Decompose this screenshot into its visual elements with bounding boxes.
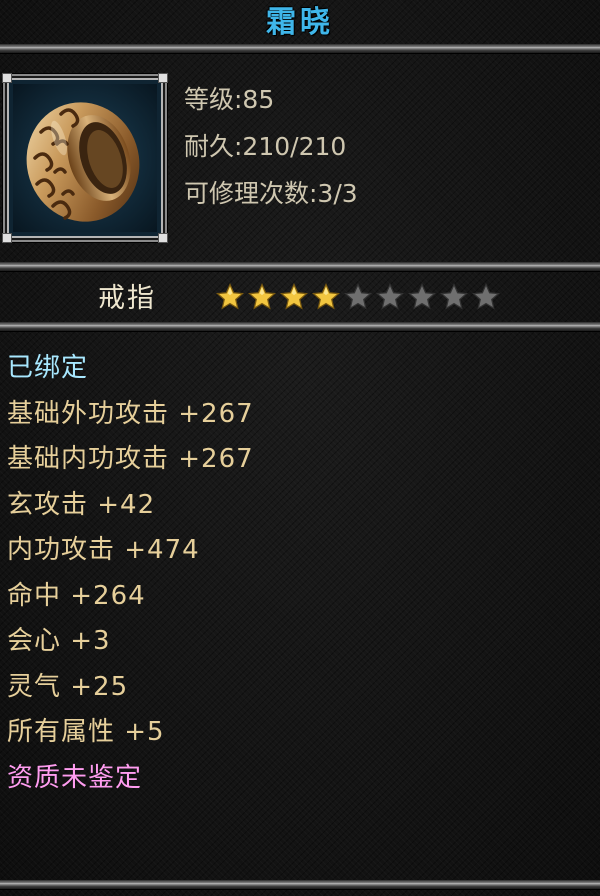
stat-line: 所有属性 +5 <box>7 717 165 747</box>
item-durability: 耐久:210/210 <box>184 132 347 161</box>
star-rating <box>214 282 502 312</box>
basic-stats: 等级:85 耐久:210/210 可修理次数:3/3 <box>184 76 358 217</box>
stat-line: 内功攻击 +474 <box>7 535 200 565</box>
ring-icon <box>13 84 157 232</box>
frame-corner <box>158 73 168 83</box>
star-filled-icon <box>215 282 245 310</box>
star-empty-icon <box>407 282 437 310</box>
item-icon-frame[interactable] <box>2 73 168 243</box>
type-row: 戒指 <box>0 274 600 318</box>
stat-line: 灵气 +25 <box>7 671 129 702</box>
divider <box>0 322 600 331</box>
quality-status: 资质未鉴定 <box>7 762 143 793</box>
stat-line: 玄攻击 +42 <box>7 489 156 520</box>
attribute-list: 已绑定 基础外功攻击 +267 基础内功攻击 +267 玄攻击 +42 内功攻击… <box>7 346 254 801</box>
item-name: 霜晓 <box>266 5 334 40</box>
title-bar: 霜晓 <box>0 0 600 44</box>
stat-line: 基础外功攻击 +267 <box>7 398 254 429</box>
bound-status: 已绑定 <box>7 353 89 383</box>
frame-corner <box>2 73 12 83</box>
divider <box>0 880 600 889</box>
frame-corner <box>2 233 12 243</box>
star-empty-icon <box>343 282 373 310</box>
star-filled-icon <box>247 282 277 310</box>
item-repair-count: 可修理次数:3/3 <box>184 179 358 208</box>
star-empty-icon <box>375 282 405 310</box>
divider <box>0 262 600 271</box>
frame-corner <box>158 233 168 243</box>
item-level: 等级:85 <box>184 85 275 114</box>
stat-line: 命中 +264 <box>7 580 146 611</box>
star-filled-icon <box>279 282 309 310</box>
star-filled-icon <box>311 282 341 310</box>
stat-line: 基础内功攻击 +267 <box>7 444 254 474</box>
star-empty-icon <box>471 282 501 310</box>
stat-line: 会心 +3 <box>7 626 111 656</box>
item-type: 戒指 <box>98 283 156 314</box>
divider <box>0 44 600 53</box>
item-tooltip: 霜晓 等级:85 耐久:210/210 可修理次数:3/3 戒指 已绑定 基础外… <box>0 0 600 896</box>
star-empty-icon <box>439 282 469 310</box>
